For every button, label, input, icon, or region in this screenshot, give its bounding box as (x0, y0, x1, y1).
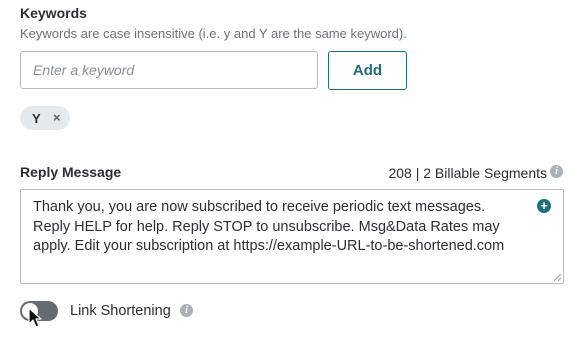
keyword-input-placeholder: Enter a keyword (33, 62, 135, 78)
keywords-subtitle: Keywords are case insensitive (i.e. y an… (20, 26, 407, 41)
keywords-title: Keywords (20, 5, 87, 21)
info-icon[interactable]: i (550, 165, 563, 178)
reply-message-textarea[interactable]: Thank you, you are now subscribed to rec… (20, 189, 564, 284)
keyword-input[interactable]: Enter a keyword (20, 51, 318, 89)
resize-grip-icon[interactable] (552, 272, 562, 282)
keyword-chip-label: Y (32, 110, 41, 126)
keyword-chip: Y × (20, 106, 70, 130)
add-keyword-button[interactable]: Add (328, 51, 407, 90)
info-icon[interactable]: i (180, 304, 193, 317)
close-icon[interactable]: × (53, 110, 61, 126)
pointer-cursor-icon (28, 307, 42, 328)
keyword-settings-panel: Keywords Keywords are case insensitive (… (0, 0, 584, 352)
link-shortening-label: Link Shortening (70, 303, 171, 319)
reply-message-title: Reply Message (20, 164, 122, 180)
segment-count: 208 | 2 Billable Segments (388, 165, 547, 181)
reply-message-text: Thank you, you are now subscribed to rec… (33, 199, 505, 254)
plus-circle-icon[interactable]: + (537, 199, 551, 213)
